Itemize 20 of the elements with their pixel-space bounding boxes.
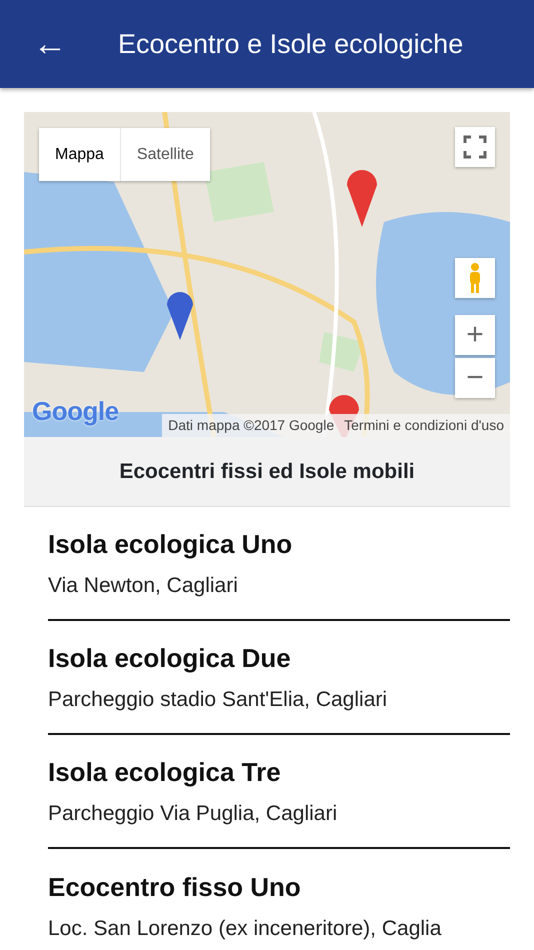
- place-name[interactable]: Isola ecologica Due: [48, 638, 510, 678]
- fullscreen-button[interactable]: [455, 127, 495, 167]
- place-name[interactable]: Ecocentro fisso Uno: [48, 868, 510, 907]
- back-button[interactable]: ←: [32, 27, 68, 61]
- map-type-tab[interactable]: Satellite: [120, 128, 210, 181]
- section-header: Ecocentri fissi ed Isole mobili: [24, 437, 510, 507]
- map-type-tab[interactable]: Mappa: [39, 128, 120, 181]
- place-name[interactable]: Isola ecologica Tre: [48, 752, 510, 792]
- map-attribution: Dati mappa ©2017 Google: [168, 416, 334, 435]
- zoom-in-button[interactable]: +: [455, 315, 495, 355]
- zoom-out-button[interactable]: −: [455, 358, 495, 398]
- terms-link[interactable]: Termini e condizioni d'uso: [344, 415, 504, 436]
- fullscreen-icon: [463, 135, 487, 159]
- place-address: Parcheggio Via Puglia, Cagliari: [48, 800, 338, 827]
- map-logo: Google: [32, 395, 119, 428]
- place-name[interactable]: Isola ecologica Uno: [48, 524, 510, 564]
- screen-title: Ecocentro e Isole ecologiche: [118, 28, 464, 61]
- place-address: Parcheggio stadio Sant'Elia, Cagliari: [48, 686, 388, 713]
- place-address: Via Newton, Cagliari: [48, 572, 239, 599]
- place-address: Loc. San Lorenzo (ex inceneritore), Caglia: [48, 916, 442, 942]
